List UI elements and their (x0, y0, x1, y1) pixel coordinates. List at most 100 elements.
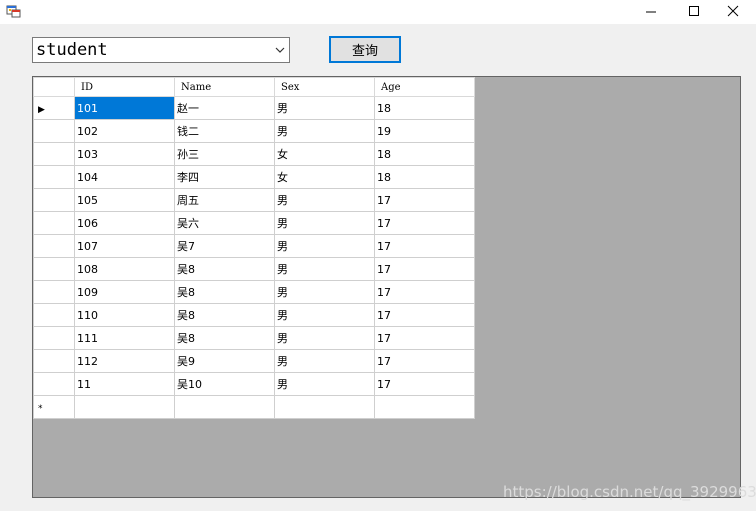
watermark: https://blog.csdn.net/qq_39299631 (503, 483, 756, 501)
row-header[interactable] (33, 234, 75, 258)
cell-new-id[interactable] (74, 395, 175, 419)
cell-id[interactable]: 109 (74, 280, 175, 304)
row-header[interactable] (33, 165, 75, 189)
cell-sex[interactable]: 男 (274, 303, 375, 327)
cell-id[interactable]: 108 (74, 257, 175, 281)
cell-age[interactable]: 17 (374, 234, 475, 258)
data-grid[interactable]: ID Name Sex Age ▶ 101 赵一男 18 102 钱二男 19 103 孙三女 1… (32, 76, 741, 498)
cell-name[interactable]: 吴9 (174, 349, 275, 373)
row-header[interactable]: * (33, 395, 75, 419)
cell-age[interactable]: 18 (374, 165, 475, 189)
table-row[interactable]: 105 周五男 17 (33, 188, 475, 212)
cell-age[interactable]: 17 (374, 257, 475, 281)
cell-name[interactable]: 李四 (174, 165, 275, 189)
table-row[interactable]: 103 孙三女 18 (33, 142, 475, 166)
column-header-age[interactable]: Age (374, 77, 475, 97)
cell-name[interactable]: 吴六 (174, 211, 275, 235)
table-row[interactable]: 104 李四女 18 (33, 165, 475, 189)
row-header[interactable]: ▶ (33, 96, 75, 120)
table-row[interactable]: 112 吴9 男 17 (33, 349, 475, 373)
table-row[interactable]: 109 吴8 男 17 (33, 280, 475, 304)
row-header[interactable] (33, 280, 75, 304)
cell-sex[interactable]: 女 (274, 142, 375, 166)
cell-age[interactable]: 19 (374, 119, 475, 143)
cell-age[interactable]: 17 (374, 349, 475, 373)
column-header-sex[interactable]: Sex (274, 77, 375, 97)
cell-name[interactable]: 钱二 (174, 119, 275, 143)
cell-id[interactable]: 110 (74, 303, 175, 327)
row-header[interactable] (33, 211, 75, 235)
cell-name[interactable]: 吴8 (174, 303, 275, 327)
query-button[interactable]: 查询 (329, 36, 401, 63)
close-button[interactable] (710, 0, 756, 22)
cell-name[interactable]: 吴8 (174, 280, 275, 304)
cell-sex[interactable]: 女 (274, 165, 375, 189)
cell-sex[interactable]: 男 (274, 96, 375, 120)
cell-name[interactable]: 赵一 (174, 96, 275, 120)
table-select[interactable]: student (32, 37, 290, 63)
minimize-button[interactable] (628, 0, 674, 22)
cell-age[interactable]: 17 (374, 372, 475, 396)
cell-sex[interactable]: 男 (274, 257, 375, 281)
cell-sex[interactable]: 男 (274, 372, 375, 396)
cell-sex[interactable]: 男 (274, 119, 375, 143)
row-header[interactable] (33, 188, 75, 212)
cell-age[interactable]: 17 (374, 188, 475, 212)
cell-id[interactable]: 106 (74, 211, 175, 235)
cell-id[interactable]: 103 (74, 142, 175, 166)
table-select-value: student (36, 40, 108, 60)
cell-name[interactable]: 吴7 (174, 234, 275, 258)
cell-age[interactable]: 17 (374, 326, 475, 350)
cell-id[interactable]: 102 (74, 119, 175, 143)
cell-id[interactable]: 107 (74, 234, 175, 258)
cell-id[interactable]: 104 (74, 165, 175, 189)
table-row[interactable]: 102 钱二男 19 (33, 119, 475, 143)
cell-name[interactable]: 吴10 (174, 372, 275, 396)
cell-sex[interactable]: 男 (274, 188, 375, 212)
cell-name[interactable]: 周五 (174, 188, 275, 212)
table-row[interactable]: 111 吴8 男 17 (33, 326, 475, 350)
cell-id[interactable]: 101 (74, 96, 175, 120)
cell-new-sex[interactable] (274, 395, 375, 419)
chevron-down-icon[interactable] (274, 45, 286, 55)
cell-name[interactable]: 吴8 (174, 326, 275, 350)
cell-age[interactable]: 18 (374, 142, 475, 166)
cell-name[interactable]: 吴8 (174, 257, 275, 281)
minimize-icon (646, 11, 656, 13)
table-row[interactable]: 107 吴7 男 17 (33, 234, 475, 258)
cell-sex[interactable]: 男 (274, 280, 375, 304)
column-header-name[interactable]: Name (174, 77, 275, 97)
table-row[interactable]: 110 吴8 男 17 (33, 303, 475, 327)
row-header[interactable] (33, 303, 75, 327)
cell-sex[interactable]: 男 (274, 349, 375, 373)
row-header[interactable] (33, 372, 75, 396)
table-row[interactable]: 106 吴六男 17 (33, 211, 475, 235)
corner-header[interactable] (33, 77, 75, 97)
row-header[interactable] (33, 326, 75, 350)
table-row[interactable]: 108 吴8 男 17 (33, 257, 475, 281)
cell-age[interactable]: 17 (374, 303, 475, 327)
row-header[interactable] (33, 349, 75, 373)
row-header[interactable] (33, 119, 75, 143)
new-row[interactable]: * (33, 395, 475, 419)
cell-sex[interactable]: 男 (274, 211, 375, 235)
table-row[interactable]: ▶ 101 赵一男 18 (33, 96, 475, 120)
cell-name[interactable]: 孙三 (174, 142, 275, 166)
cell-age[interactable]: 18 (374, 96, 475, 120)
cell-sex[interactable]: 男 (274, 234, 375, 258)
cell-sex[interactable]: 男 (274, 326, 375, 350)
row-header[interactable] (33, 257, 75, 281)
table-row[interactable]: 11 吴10 男 17 (33, 372, 475, 396)
cell-new-name[interactable] (174, 395, 275, 419)
cell-new-age[interactable] (374, 395, 475, 419)
cell-age[interactable]: 17 (374, 211, 475, 235)
cell-id[interactable]: 111 (74, 326, 175, 350)
cell-id[interactable]: 11 (74, 372, 175, 396)
cell-age[interactable]: 17 (374, 280, 475, 304)
data-table: ID Name Sex Age ▶ 101 赵一男 18 102 钱二男 19 103 孙三女 1… (33, 77, 475, 419)
row-header[interactable] (33, 142, 75, 166)
column-header-id[interactable]: ID (74, 77, 175, 97)
cell-id[interactable]: 105 (74, 188, 175, 212)
close-icon (727, 5, 739, 17)
cell-id[interactable]: 112 (74, 349, 175, 373)
